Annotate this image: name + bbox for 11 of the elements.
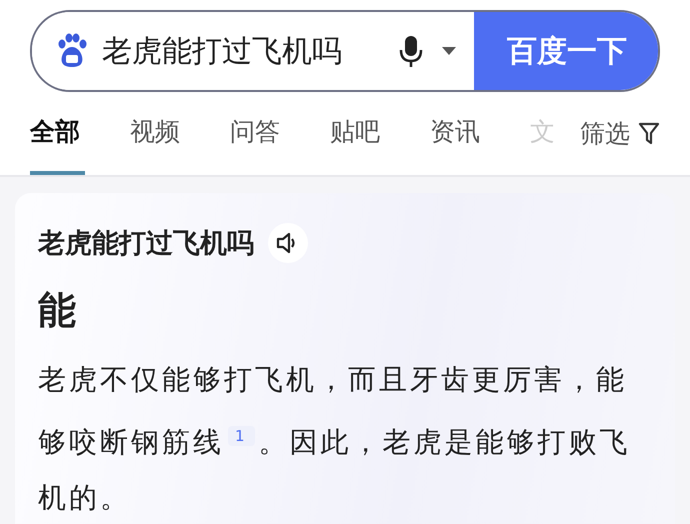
short-answer: 能 (38, 287, 76, 334)
answer-text: 老虎不仅能够打飞机，而且牙齿更厉害，能够咬断钢筋线 $^{1}$ 。因此，老虎是能够打败飞机的。 (38, 362, 632, 516)
filter-button[interactable]: 筛选 (580, 92, 660, 175)
tab[interactable]: 视频 (130, 92, 230, 175)
tab[interactable]: 贴吧 (330, 92, 430, 175)
tab[interactable]: 资讯 (430, 92, 530, 175)
citation-link[interactable]: 1 (228, 426, 255, 446)
tab[interactable]: 问答 (230, 92, 330, 175)
speaker-button[interactable] (268, 223, 308, 263)
filter-icon (638, 122, 660, 146)
question-title: 老虎能打过飞机吗 (38, 227, 254, 261)
